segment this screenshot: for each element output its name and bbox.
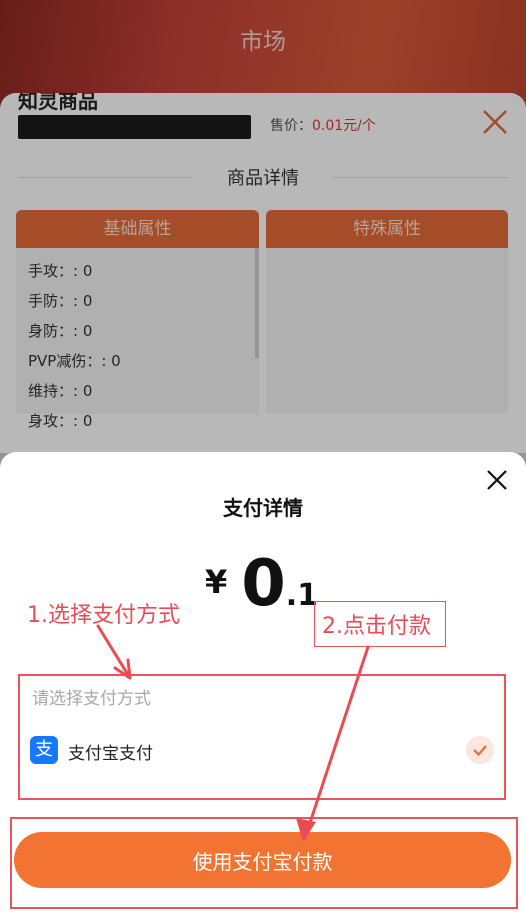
annotation-step2: 2.点击付款 [322,614,431,639]
method-hint: 请选择支付方式 [32,689,151,709]
currency-symbol: ¥ [205,563,228,601]
pay-button[interactable]: 使用支付宝付款 [14,832,511,888]
alipay-icon: 支 [30,736,58,764]
payment-title: 支付详情 [223,496,303,520]
payment-sheet: 支付详情 ¥0.1 请选择支付方式 支 支付宝支付 使用支付宝付款 [0,452,526,923]
check-icon[interactable] [466,736,494,764]
method-label: 支付宝支付 [68,744,153,764]
close-icon[interactable] [486,469,508,491]
annotation-step1: 1.选择支付方式 [27,603,180,628]
amount-integer: 0 [241,547,286,621]
payment-amount: ¥0.1 [205,547,318,621]
payment-method-alipay[interactable]: 支 支付宝支付 [30,734,494,768]
payment-method-box: 请选择支付方式 支 支付宝支付 [18,674,506,800]
